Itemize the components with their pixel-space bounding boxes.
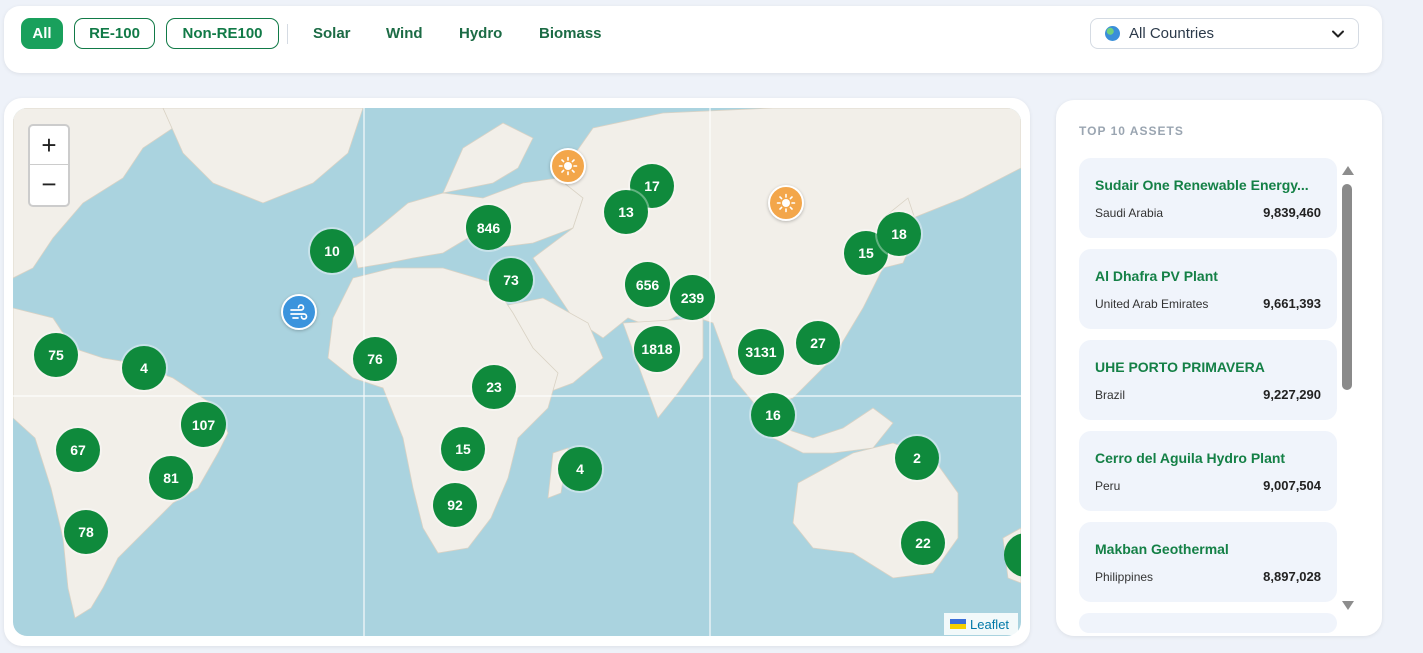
cluster-marker[interactable]: 2 [895,436,939,480]
ukraine-flag-icon [950,619,966,629]
wind-asset-marker[interactable] [281,294,317,330]
attribution-link[interactable]: Leaflet [970,617,1009,632]
cluster-marker[interactable]: 78 [64,510,108,554]
asset-name: Al Dhafra PV Plant [1095,268,1218,284]
cluster-marker[interactable]: 13 [604,190,648,234]
cluster-marker[interactable]: 1818 [634,326,680,372]
asset-country: Philippines [1095,570,1154,584]
filter-solar-link[interactable]: Solar [313,18,351,49]
cluster-marker[interactable]: 76 [353,337,397,381]
filter-divider [287,24,288,44]
chevron-down-icon [1332,30,1344,38]
cluster-marker[interactable]: 846 [466,205,511,250]
cluster-marker[interactable]: 27 [796,321,840,365]
cluster-marker[interactable]: 18 [877,212,921,256]
sun-icon [776,193,796,213]
asset-country: Brazil [1095,388,1126,402]
zoom-control: + − [28,124,70,207]
cluster-marker[interactable]: 107 [181,402,226,447]
scroll-thumb[interactable] [1342,184,1352,390]
asset-card[interactable]: Sudair One Renewable Energy... Saudi Ara… [1079,158,1337,238]
map-attribution[interactable]: Leaflet [944,613,1018,635]
asset-country: Saudi Arabia [1095,206,1164,220]
asset-value: 9,661,393 [1263,296,1321,311]
panel-scrollbar[interactable] [1340,164,1354,612]
country-select-value: All Countries [1129,25,1215,42]
filter-hydro-link[interactable]: Hydro [459,18,502,49]
solar-asset-marker[interactable] [550,148,586,184]
asset-name: Cerro del Aguila Hydro Plant [1095,450,1286,466]
asset-card[interactable]: UHE PORTO PRIMAVERA Brazil 9,227,290 [1079,340,1337,420]
cluster-marker[interactable]: 10 [310,229,354,273]
solar-asset-marker[interactable] [768,185,804,221]
cluster-marker[interactable]: 81 [149,456,193,500]
scroll-down-arrow-icon[interactable] [1342,601,1354,610]
cluster-marker[interactable]: 3131 [738,329,784,375]
zoom-in-button[interactable]: + [30,126,68,165]
asset-value: 9,007,504 [1263,478,1321,493]
asset-name: Sudair One Renewable Energy... [1095,177,1309,193]
cluster-marker[interactable]: 15 [441,427,485,471]
country-select[interactable]: All Countries [1090,18,1359,49]
cluster-marker[interactable]: 4 [122,346,166,390]
cluster-marker[interactable]: 67 [56,428,100,472]
filter-non-re100-button[interactable]: Non-RE100 [166,18,279,49]
top-assets-panel: TOP 10 ASSETS Sudair One Renewable Energ… [1056,100,1382,636]
asset-card[interactable]: Makban Geothermal Philippines 8,897,028 [1079,522,1337,602]
cluster-marker[interactable]: 656 [625,262,670,307]
filter-wind-link[interactable]: Wind [386,18,423,49]
asset-name: UHE PORTO PRIMAVERA [1095,359,1265,375]
sun-icon [558,156,578,176]
wind-icon [290,304,308,320]
cluster-marker[interactable]: 75 [34,333,78,377]
asset-value: 8,897,028 [1263,569,1321,584]
zoom-out-button[interactable]: − [30,165,68,204]
cluster-marker[interactable]: 23 [472,365,516,409]
filter-all-button[interactable]: All [21,18,63,49]
panel-title: TOP 10 ASSETS [1079,124,1184,138]
cluster-marker[interactable]: 239 [670,275,715,320]
asset-card[interactable]: Al Dhafra PV Plant United Arab Emirates … [1079,249,1337,329]
scroll-up-arrow-icon[interactable] [1342,166,1354,175]
filter-biomass-link[interactable]: Biomass [539,18,602,49]
asset-value: 9,839,460 [1263,205,1321,220]
asset-country: Peru [1095,479,1121,493]
cluster-marker-clipped[interactable] [1004,533,1021,577]
cluster-marker[interactable] [1004,533,1021,577]
globe-icon [1105,26,1120,41]
asset-card[interactable]: Cerro del Aguila Hydro Plant Peru 9,007,… [1079,431,1337,511]
cluster-marker[interactable]: 73 [489,258,533,302]
filter-re100-button[interactable]: RE-100 [74,18,155,49]
cluster-marker[interactable]: 92 [433,483,477,527]
cluster-marker[interactable]: 16 [751,393,795,437]
asset-name: Makban Geothermal [1095,541,1229,557]
asset-value: 9,227,290 [1263,387,1321,402]
cluster-marker[interactable]: 22 [901,521,945,565]
asset-card[interactable] [1079,613,1337,633]
cluster-marker[interactable]: 4 [558,447,602,491]
asset-country: United Arab Emirates [1095,297,1209,311]
